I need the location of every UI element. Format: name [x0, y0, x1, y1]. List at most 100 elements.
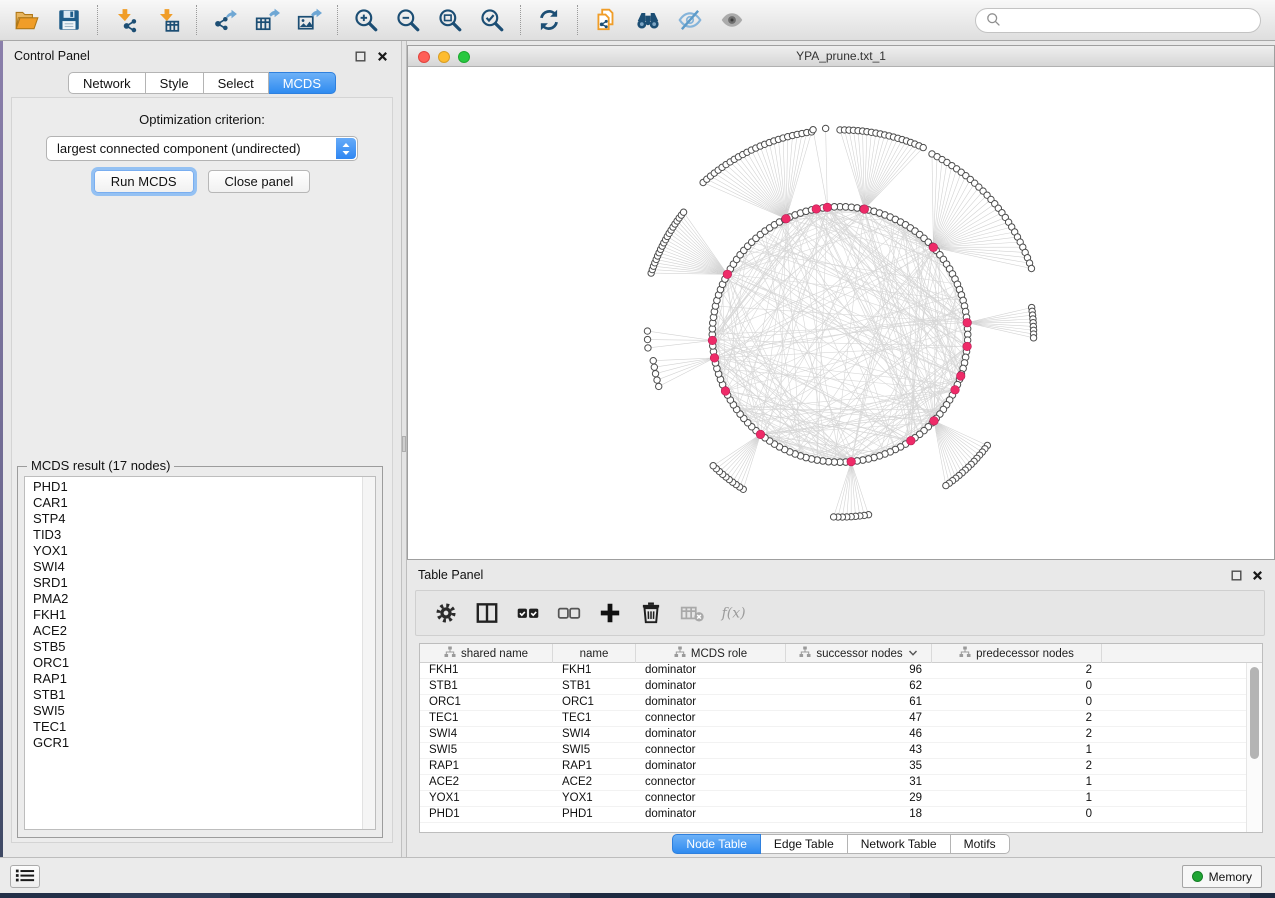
- close-panel-button[interactable]: Close panel: [208, 170, 311, 193]
- run-mcds-button[interactable]: Run MCDS: [94, 170, 194, 193]
- tab-network[interactable]: Network: [68, 72, 146, 94]
- mcds-result-item[interactable]: SWI4: [25, 559, 361, 575]
- criterion-dropdown[interactable]: largest connected component (undirected): [46, 136, 358, 161]
- cell-successor-nodes[interactable]: 46: [786, 727, 932, 743]
- cell-shared-name[interactable]: SWI4: [420, 727, 553, 743]
- cell-MCDS-role[interactable]: dominator: [636, 807, 786, 823]
- mcds-result-item[interactable]: STP4: [25, 511, 361, 527]
- memory-button[interactable]: Memory: [1182, 865, 1262, 888]
- cell-shared-name[interactable]: TEC1: [420, 711, 553, 727]
- export-table-icon[interactable]: [250, 4, 284, 36]
- mcds-result-item[interactable]: FKH1: [25, 607, 361, 623]
- close-table-panel-icon[interactable]: [1250, 568, 1264, 582]
- cell-predecessor-nodes[interactable]: 0: [932, 679, 1102, 695]
- mcds-list-scrollbar[interactable]: [362, 477, 375, 829]
- cell-name[interactable]: STB1: [553, 679, 636, 695]
- cell-predecessor-nodes[interactable]: 2: [932, 711, 1102, 727]
- zoom-selected-icon[interactable]: [475, 4, 509, 36]
- select-all-icon[interactable]: [514, 599, 542, 627]
- cell-MCDS-role[interactable]: dominator: [636, 727, 786, 743]
- zoom-in-icon[interactable]: [349, 4, 383, 36]
- zoom-out-icon[interactable]: [391, 4, 425, 36]
- cell-shared-name[interactable]: PHD1: [420, 807, 553, 823]
- cell-MCDS-role[interactable]: connector: [636, 775, 786, 791]
- table-row[interactable]: STB1STB1dominator620: [420, 679, 1246, 695]
- table-scrollbar[interactable]: [1246, 663, 1262, 832]
- column-header-MCDS-role[interactable]: MCDS role: [636, 644, 786, 663]
- mcds-result-item[interactable]: SWI5: [25, 703, 361, 719]
- column-header-shared-name[interactable]: shared name: [420, 644, 553, 663]
- mcds-result-item[interactable]: PMA2: [25, 591, 361, 607]
- cell-MCDS-role[interactable]: dominator: [636, 759, 786, 775]
- search-network-icon[interactable]: [631, 4, 665, 36]
- table-row[interactable]: TEC1TEC1connector472: [420, 711, 1246, 727]
- add-column-icon[interactable]: [596, 599, 624, 627]
- cell-successor-nodes[interactable]: 61: [786, 695, 932, 711]
- close-panel-icon[interactable]: [375, 49, 389, 63]
- column-header-predecessor-nodes[interactable]: predecessor nodes: [932, 644, 1102, 663]
- tab-node-table[interactable]: Node Table: [672, 834, 761, 854]
- cell-MCDS-role[interactable]: dominator: [636, 663, 786, 679]
- cell-successor-nodes[interactable]: 62: [786, 679, 932, 695]
- gear-icon[interactable]: [432, 599, 460, 627]
- cell-name[interactable]: TEC1: [553, 711, 636, 727]
- save-session-icon[interactable]: [52, 4, 86, 36]
- table-row[interactable]: ACE2ACE2connector311: [420, 775, 1246, 791]
- cell-MCDS-role[interactable]: connector: [636, 791, 786, 807]
- mcds-result-item[interactable]: STB1: [25, 687, 361, 703]
- cell-predecessor-nodes[interactable]: 1: [932, 743, 1102, 759]
- search-input[interactable]: [1006, 11, 1260, 31]
- mcds-result-item[interactable]: YOX1: [25, 543, 361, 559]
- mcds-result-item[interactable]: PHD1: [25, 479, 361, 495]
- cell-name[interactable]: SWI5: [553, 743, 636, 759]
- cell-name[interactable]: SWI4: [553, 727, 636, 743]
- mcds-result-item[interactable]: TID3: [25, 527, 361, 543]
- cell-predecessor-nodes[interactable]: 2: [932, 759, 1102, 775]
- zoom-fit-icon[interactable]: [433, 4, 467, 36]
- float-panel-icon[interactable]: [353, 49, 367, 63]
- cell-shared-name[interactable]: YOX1: [420, 791, 553, 807]
- table-row[interactable]: FKH1FKH1dominator962: [420, 663, 1246, 679]
- cell-predecessor-nodes[interactable]: 0: [932, 695, 1102, 711]
- delete-column-icon[interactable]: [637, 599, 665, 627]
- table-row[interactable]: SWI5SWI5connector431: [420, 743, 1246, 759]
- table-row[interactable]: YOX1YOX1connector291: [420, 791, 1246, 807]
- tab-style[interactable]: Style: [146, 72, 204, 94]
- cell-name[interactable]: ORC1: [553, 695, 636, 711]
- column-header-name[interactable]: name: [553, 644, 636, 663]
- tab-mcds[interactable]: MCDS: [269, 72, 336, 94]
- cell-name[interactable]: FKH1: [553, 663, 636, 679]
- cell-predecessor-nodes[interactable]: 1: [932, 791, 1102, 807]
- network-canvas[interactable]: [408, 67, 1274, 559]
- table-scrollbar-thumb[interactable]: [1250, 667, 1259, 759]
- cell-name[interactable]: ACE2: [553, 775, 636, 791]
- tab-motifs[interactable]: Motifs: [951, 834, 1010, 854]
- cell-successor-nodes[interactable]: 47: [786, 711, 932, 727]
- cell-name[interactable]: RAP1: [553, 759, 636, 775]
- mcds-result-item[interactable]: RAP1: [25, 671, 361, 687]
- refresh-icon[interactable]: [532, 4, 566, 36]
- tab-edge-table[interactable]: Edge Table: [761, 834, 848, 854]
- hide-selected-icon[interactable]: [673, 4, 707, 36]
- import-network-icon[interactable]: [109, 4, 143, 36]
- cell-MCDS-role[interactable]: dominator: [636, 695, 786, 711]
- cell-shared-name[interactable]: RAP1: [420, 759, 553, 775]
- float-table-panel-icon[interactable]: [1229, 568, 1243, 582]
- network-window-titlebar[interactable]: YPA_prune.txt_1: [408, 46, 1274, 67]
- cell-predecessor-nodes[interactable]: 2: [932, 663, 1102, 679]
- cell-predecessor-nodes[interactable]: 2: [932, 727, 1102, 743]
- cell-MCDS-role[interactable]: dominator: [636, 679, 786, 695]
- mcds-result-item[interactable]: STB5: [25, 639, 361, 655]
- cell-shared-name[interactable]: STB1: [420, 679, 553, 695]
- table-row[interactable]: PHD1PHD1dominator180: [420, 807, 1246, 823]
- search-box[interactable]: [975, 8, 1261, 33]
- mcds-result-item[interactable]: CAR1: [25, 495, 361, 511]
- export-network-icon[interactable]: [208, 4, 242, 36]
- cell-name[interactable]: PHD1: [553, 807, 636, 823]
- cell-shared-name[interactable]: ORC1: [420, 695, 553, 711]
- cell-successor-nodes[interactable]: 18: [786, 807, 932, 823]
- cell-successor-nodes[interactable]: 31: [786, 775, 932, 791]
- table-row[interactable]: ORC1ORC1dominator610: [420, 695, 1246, 711]
- mcds-result-item[interactable]: GCR1: [25, 735, 361, 751]
- mcds-result-item[interactable]: ORC1: [25, 655, 361, 671]
